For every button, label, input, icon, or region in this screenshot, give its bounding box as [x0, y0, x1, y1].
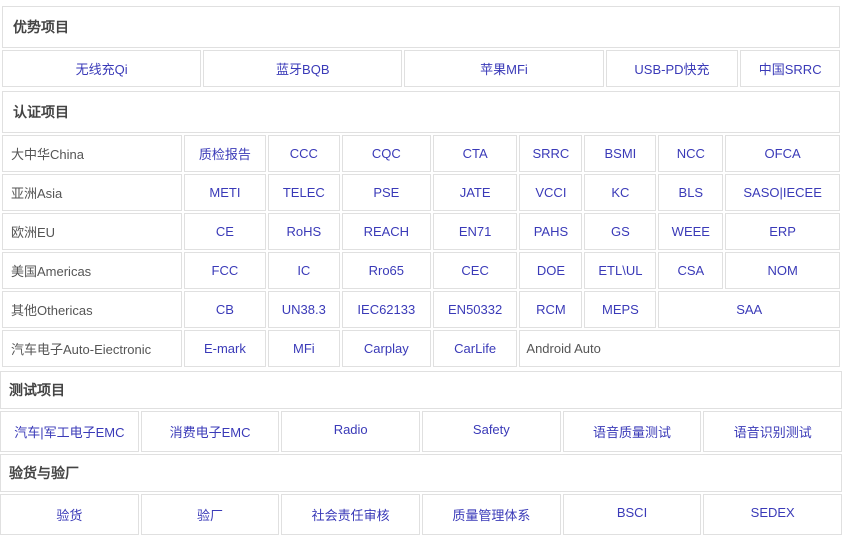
cert-link[interactable]: RCM: [536, 302, 566, 317]
testing-link[interactable]: 语音质量测试: [593, 425, 671, 440]
cert-link[interactable]: OFCA: [765, 146, 801, 161]
advantage-link[interactable]: 无线充Qi: [76, 62, 128, 77]
advantage-row: 无线充Qi 蓝牙BQB 苹果MFi USB-PD快充 中国SRRC: [2, 50, 840, 87]
cert-link[interactable]: KC: [611, 185, 629, 200]
cert-link[interactable]: CSA: [677, 263, 704, 278]
cert-link[interactable]: BSMI: [605, 146, 637, 161]
inspection-link[interactable]: 验货: [56, 508, 82, 523]
cert-link[interactable]: NOM: [767, 263, 797, 278]
inspection-title: 验货与验厂: [0, 454, 842, 492]
inspection-link[interactable]: SEDEX: [751, 505, 795, 520]
advantage-link[interactable]: 中国SRRC: [759, 62, 822, 77]
certification-title: 认证项目: [2, 91, 840, 133]
cert-link[interactable]: RoHS: [286, 224, 321, 239]
cert-row-auto: 汽车电子Auto-Eiectronic E-mark MFi Carplay C…: [2, 330, 840, 367]
testing-title: 测试项目: [0, 371, 842, 409]
cert-link[interactable]: IEC62133: [357, 302, 415, 317]
testing-link[interactable]: Safety: [473, 422, 510, 437]
cert-row-china: 大中华China 质检报告 CCC CQC CTA SRRC BSMI NCC …: [2, 135, 840, 172]
cert-row-americas: 美国Americas FCC IC Rro65 CEC DOE ETL\UL C…: [2, 252, 840, 289]
inspection-link[interactable]: 验厂: [197, 508, 223, 523]
inspection-row: 验货 验厂 社会责任审核 质量管理体系 BSCI SEDEX: [0, 494, 842, 535]
cert-link[interactable]: JATE: [460, 185, 491, 200]
cert-link[interactable]: BLS: [679, 185, 704, 200]
cert-link[interactable]: MFi: [293, 341, 315, 356]
cert-link[interactable]: CTA: [463, 146, 488, 161]
cert-link[interactable]: MEPS: [602, 302, 639, 317]
cert-link[interactable]: CCC: [290, 146, 318, 161]
cert-link[interactable]: ETL\UL: [598, 263, 642, 278]
testing-link[interactable]: Radio: [334, 422, 368, 437]
cert-row-other: 其他Othericas CB UN38.3 IEC62133 EN50332 R…: [2, 291, 840, 328]
advantage-title: 优势项目: [2, 6, 840, 48]
cert-row-eu: 欧洲EU CE RoHS REACH EN71 PAHS GS WEEE ERP: [2, 213, 840, 250]
cert-link[interactable]: CB: [216, 302, 234, 317]
cert-link[interactable]: FCC: [212, 263, 239, 278]
certification-section: 认证项目 大中华China 质检报告 CCC CQC CTA SRRC BSMI…: [0, 89, 842, 369]
cert-link[interactable]: Rro65: [369, 263, 404, 278]
cert-link[interactable]: EN71: [459, 224, 492, 239]
inspection-link[interactable]: BSCI: [617, 505, 647, 520]
testing-link[interactable]: 汽车|军工电子EMC: [14, 425, 124, 440]
cert-link[interactable]: PSE: [373, 185, 399, 200]
inspection-link[interactable]: 社会责任审核: [312, 508, 390, 523]
testing-link[interactable]: 消费电子EMC: [170, 425, 251, 440]
cert-link[interactable]: GS: [611, 224, 630, 239]
cert-link[interactable]: TELEC: [283, 185, 325, 200]
cert-row-label: 其他Othericas: [2, 291, 182, 328]
cert-link[interactable]: ERP: [769, 224, 796, 239]
cert-link[interactable]: NCC: [677, 146, 705, 161]
cert-link[interactable]: 质检报告: [199, 147, 251, 162]
cert-link[interactable]: CarLife: [454, 341, 496, 356]
cert-link[interactable]: METI: [209, 185, 240, 200]
advantage-link[interactable]: USB-PD快充: [634, 62, 709, 77]
cert-link[interactable]: E-mark: [204, 341, 246, 356]
cert-link[interactable]: VCCI: [535, 185, 566, 200]
cert-link[interactable]: UN38.3: [282, 302, 326, 317]
advantage-link[interactable]: 苹果MFi: [480, 62, 528, 77]
cert-link[interactable]: IC: [297, 263, 310, 278]
testing-row: 汽车|军工电子EMC 消费电子EMC Radio Safety 语音质量测试 语…: [0, 411, 842, 452]
cert-row-label: 汽车电子Auto-Eiectronic: [2, 330, 182, 367]
cert-link[interactable]: EN50332: [448, 302, 502, 317]
testing-link[interactable]: 语音识别测试: [734, 425, 812, 440]
cert-link[interactable]: SAA: [736, 302, 762, 317]
cert-row-asia: 亚洲Asia METI TELEC PSE JATE VCCI KC BLS S…: [2, 174, 840, 211]
cert-link[interactable]: PAHS: [534, 224, 568, 239]
advantage-section: 优势项目 无线充Qi 蓝牙BQB 苹果MFi USB-PD快充 中国SRRC: [0, 4, 842, 89]
cert-text: Android Auto: [526, 341, 600, 356]
cert-link[interactable]: WEEE: [672, 224, 710, 239]
cert-link[interactable]: REACH: [364, 224, 410, 239]
cert-row-label: 美国Americas: [2, 252, 182, 289]
cert-link[interactable]: DOE: [537, 263, 565, 278]
cert-link[interactable]: CE: [216, 224, 234, 239]
cert-link[interactable]: CQC: [372, 146, 401, 161]
cert-link[interactable]: SRRC: [532, 146, 569, 161]
cert-row-label: 大中华China: [2, 135, 182, 172]
cert-link[interactable]: SASO|IECEE: [743, 185, 822, 200]
cert-link[interactable]: CEC: [461, 263, 488, 278]
cert-row-label: 欧洲EU: [2, 213, 182, 250]
cert-row-label: 亚洲Asia: [2, 174, 182, 211]
advantage-link[interactable]: 蓝牙BQB: [276, 62, 329, 77]
inspection-link[interactable]: 质量管理体系: [452, 508, 530, 523]
cert-link[interactable]: Carplay: [364, 341, 409, 356]
